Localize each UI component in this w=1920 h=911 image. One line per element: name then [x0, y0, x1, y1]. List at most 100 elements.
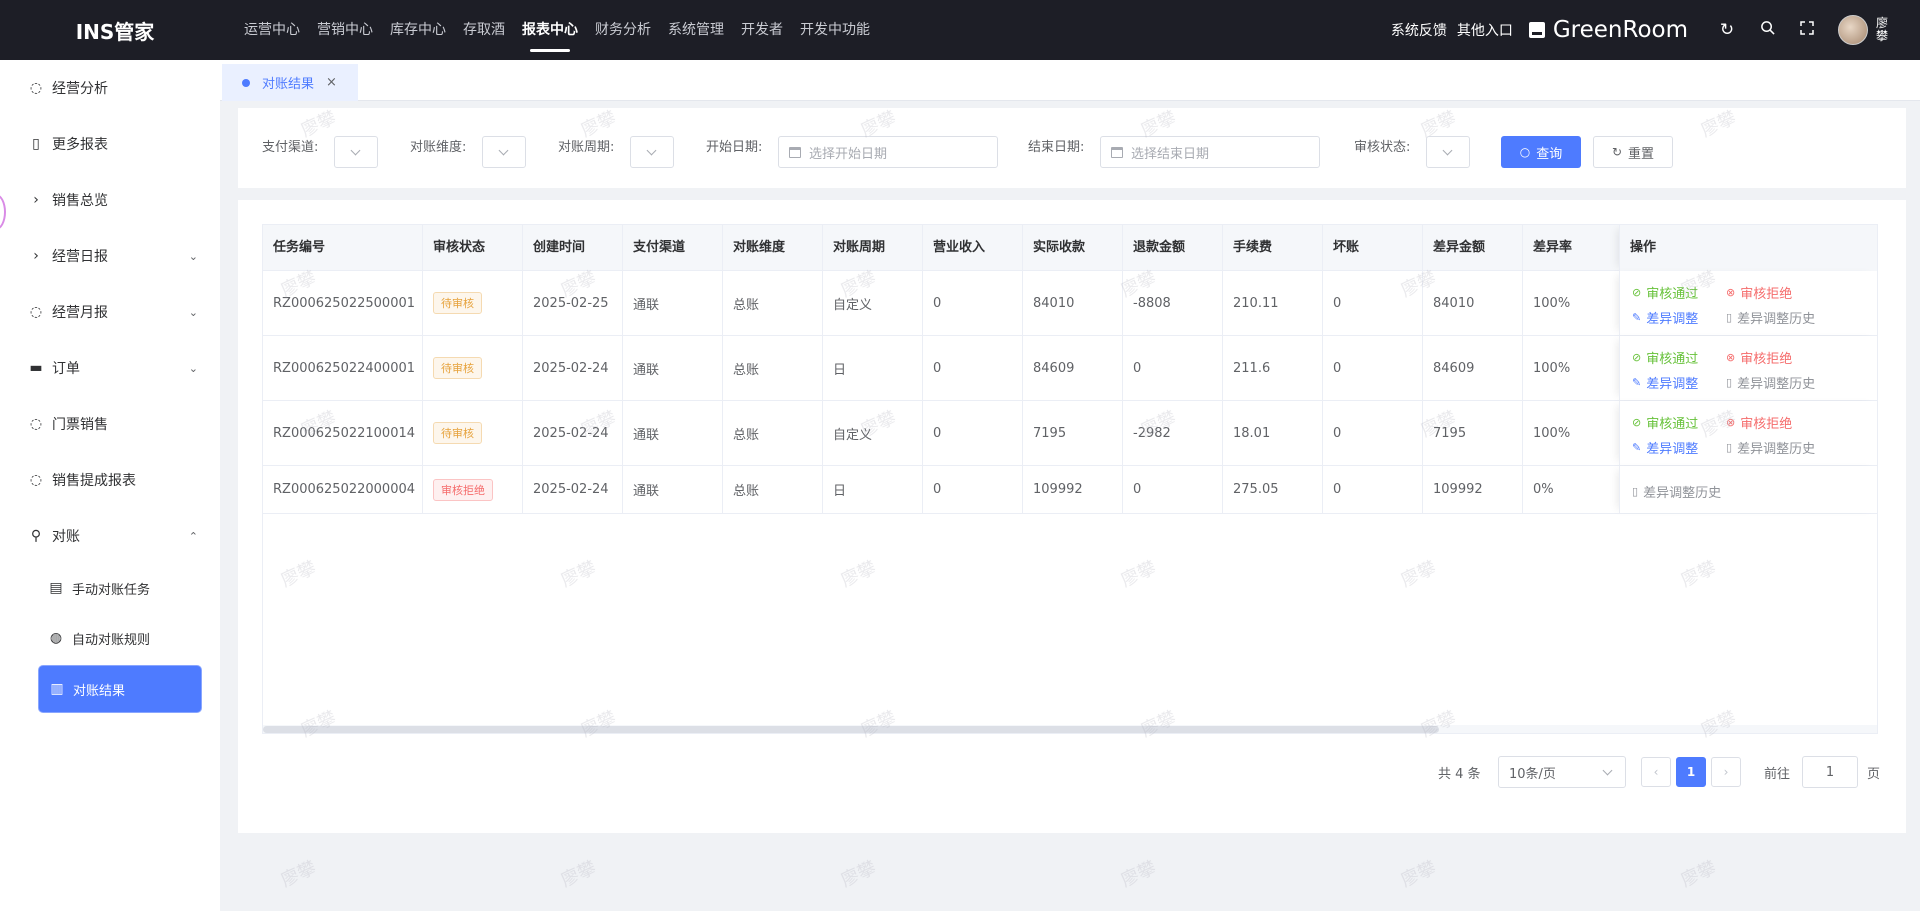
approve-button[interactable]: ⊘ 审核通过	[1632, 283, 1726, 302]
adjust-button[interactable]: ✎ 差异调整	[1632, 373, 1726, 392]
scrollbar-thumb[interactable]	[263, 726, 1439, 733]
pay-channel-select[interactable]	[334, 136, 378, 168]
sidebar-item-label: 对账结果	[73, 683, 126, 699]
other-entry-link[interactable]: 其他入口	[1457, 20, 1513, 40]
history-button[interactable]: ▯ 差异调整历史	[1726, 438, 1836, 457]
history-button[interactable]: ▯ 差异调整历史	[1726, 308, 1836, 327]
cell-fee: 275.05	[1223, 466, 1323, 513]
sidebar-item-monthly-report[interactable]: ◌ 经营月报 ⌄	[0, 292, 220, 332]
prev-page-button[interactable]: ‹	[1641, 757, 1671, 787]
sidebar-item-label: 自动对账规则	[72, 632, 151, 648]
query-button[interactable]: ○ 查询	[1501, 136, 1581, 168]
page-number[interactable]: 1	[1676, 757, 1706, 787]
goto-page-input[interactable]: 1	[1802, 756, 1858, 788]
chevron-up-icon: ⌃	[188, 529, 198, 543]
cell-revenue: 0	[923, 271, 1023, 335]
cell-period: 自定义	[823, 271, 923, 335]
cell-dimension: 总账	[723, 466, 823, 513]
review-status-select[interactable]	[1426, 136, 1470, 168]
feedback-link[interactable]: 系统反馈	[1391, 20, 1447, 40]
sidebar-item-commission-report[interactable]: ◌ 销售提成报表	[0, 460, 220, 500]
topnav-item-dev-features[interactable]: 开发中功能	[800, 0, 870, 60]
topnav-item-operations[interactable]: 运营中心	[244, 0, 300, 60]
approve-button[interactable]: ⊘ 审核通过	[1632, 413, 1726, 432]
topnav-item-inventory[interactable]: 库存中心	[390, 0, 446, 60]
document-icon: ▯	[1632, 485, 1639, 498]
cell-diff-rate: 0%	[1523, 466, 1623, 513]
sidebar-item-reconciliation[interactable]: ⚲ 对账 ⌃	[0, 516, 220, 556]
avatar[interactable]	[1838, 15, 1868, 45]
reject-button[interactable]: ⊗ 审核拒绝	[1726, 413, 1836, 432]
start-date-picker[interactable]: 选择开始日期	[778, 136, 998, 168]
refresh-icon[interactable]: ↻	[1718, 20, 1736, 40]
row-actions: ▯ 差异调整历史	[1619, 466, 1877, 513]
store-switcher[interactable]: GreenRoom	[1528, 17, 1688, 43]
sidebar-item-daily-report[interactable]: › 经营日报 ⌄	[0, 236, 220, 276]
goto-suffix: 页	[1867, 766, 1881, 782]
sidebar-item-sales-overview[interactable]: › 销售总览	[0, 180, 220, 220]
cell-dimension: 总账	[723, 401, 823, 465]
reject-button-label: 审核拒绝	[1740, 352, 1793, 367]
edit-icon: ✎	[1632, 376, 1642, 389]
tab-reconciliation-results[interactable]: 对账结果 ×	[222, 64, 358, 101]
page-size-select[interactable]: 10条/页	[1498, 756, 1626, 788]
column-review-status: 审核状态	[423, 225, 523, 271]
search-icon[interactable]	[1758, 20, 1776, 40]
history-button[interactable]: ▯ 差异调整历史	[1632, 482, 1726, 501]
pause-icon: ◍	[49, 630, 63, 646]
cell-refund: 0	[1123, 336, 1223, 400]
approve-button-label: 审核通过	[1646, 352, 1699, 367]
table-row: RZ000625022400001 待审核 2025-02-24 通联 总账日 0 8460…	[263, 336, 1877, 401]
end-date-placeholder: 选择结束日期	[1131, 146, 1210, 162]
cell-fee: 211.6	[1223, 336, 1323, 400]
reset-button[interactable]: ↻ 重置	[1593, 136, 1673, 168]
adjust-button[interactable]: ✎ 差异调整	[1632, 438, 1726, 457]
sidebar-item-orders[interactable]: ▬ 订单 ⌄	[0, 348, 220, 388]
tabs-bar: 对账结果 ×	[220, 60, 1920, 101]
fullscreen-icon[interactable]	[1798, 20, 1816, 40]
horizontal-scrollbar[interactable]	[263, 725, 1877, 733]
sidebar-item-auto-reconciliation-rules[interactable]: ◍ 自动对账规则	[0, 618, 220, 658]
total-count: 共 4 条	[1438, 766, 1481, 782]
user-name[interactable]: 廖攀	[1876, 17, 1890, 43]
topnav-item-reports[interactable]: 报表中心	[522, 0, 578, 60]
approve-button[interactable]: ⊘ 审核通过	[1632, 348, 1726, 367]
column-revenue: 营业收入	[923, 225, 1023, 271]
topnav-item-developer[interactable]: 开发者	[741, 0, 783, 60]
period-label: 对账周期:	[558, 140, 615, 155]
dimension-select[interactable]	[482, 136, 526, 168]
goto-prefix: 前往	[1764, 766, 1791, 782]
row-actions: ⊘ 审核通过 ⊗ 审核拒绝 ✎ 差异调整 ▯ 差异调整历史	[1619, 401, 1877, 465]
topnav-item-wine-storage[interactable]: 存取酒	[463, 0, 505, 60]
edit-icon: ✎	[1632, 441, 1642, 454]
close-icon[interactable]: ×	[326, 75, 337, 90]
sidebar-item-label: 门票销售	[52, 417, 108, 433]
cell-channel: 通联	[623, 271, 723, 335]
cell-received: 7195	[1023, 401, 1123, 465]
topnav-item-finance[interactable]: 财务分析	[595, 0, 651, 60]
table-row: RZ000625022100014 待审核 2025-02-24 通联 总账 自定义 0 71…	[263, 401, 1877, 466]
reject-button[interactable]: ⊗ 审核拒绝	[1726, 283, 1836, 302]
cell-refund: -8808	[1123, 271, 1223, 335]
sidebar-item-label: 对账	[52, 529, 80, 545]
sidebar-item-more-reports[interactable]: ▯ 更多报表	[0, 124, 220, 164]
period-select[interactable]	[630, 136, 674, 168]
sidebar-item-reconciliation-results[interactable]: ▥ 对账结果	[39, 666, 201, 712]
history-button[interactable]: ▯ 差异调整历史	[1726, 373, 1836, 392]
cell-dimension: 总账	[723, 336, 823, 400]
sidebar-item-label: 销售提成报表	[52, 473, 136, 489]
adjust-button[interactable]: ✎ 差异调整	[1632, 308, 1726, 327]
end-date-picker[interactable]: 选择结束日期	[1100, 136, 1320, 168]
column-bad-debt: 坏账	[1323, 225, 1423, 271]
topnav-item-system[interactable]: 系统管理	[668, 0, 724, 60]
sidebar-item-manual-reconciliation[interactable]: ▤ 手动对账任务	[0, 568, 220, 608]
location-icon: ⚲	[30, 528, 42, 544]
cell-created: 2025-02-24	[523, 466, 623, 513]
cell-period: 自定义	[823, 401, 923, 465]
sidebar-item-business-analysis[interactable]: ◌ 经营分析	[0, 68, 220, 108]
cell-revenue: 0	[923, 466, 1023, 513]
next-page-button[interactable]: ›	[1711, 757, 1741, 787]
reject-button[interactable]: ⊗ 审核拒绝	[1726, 348, 1836, 367]
sidebar-item-ticket-sales[interactable]: ◌ 门票销售	[0, 404, 220, 444]
topnav-item-marketing[interactable]: 营销中心	[317, 0, 373, 60]
